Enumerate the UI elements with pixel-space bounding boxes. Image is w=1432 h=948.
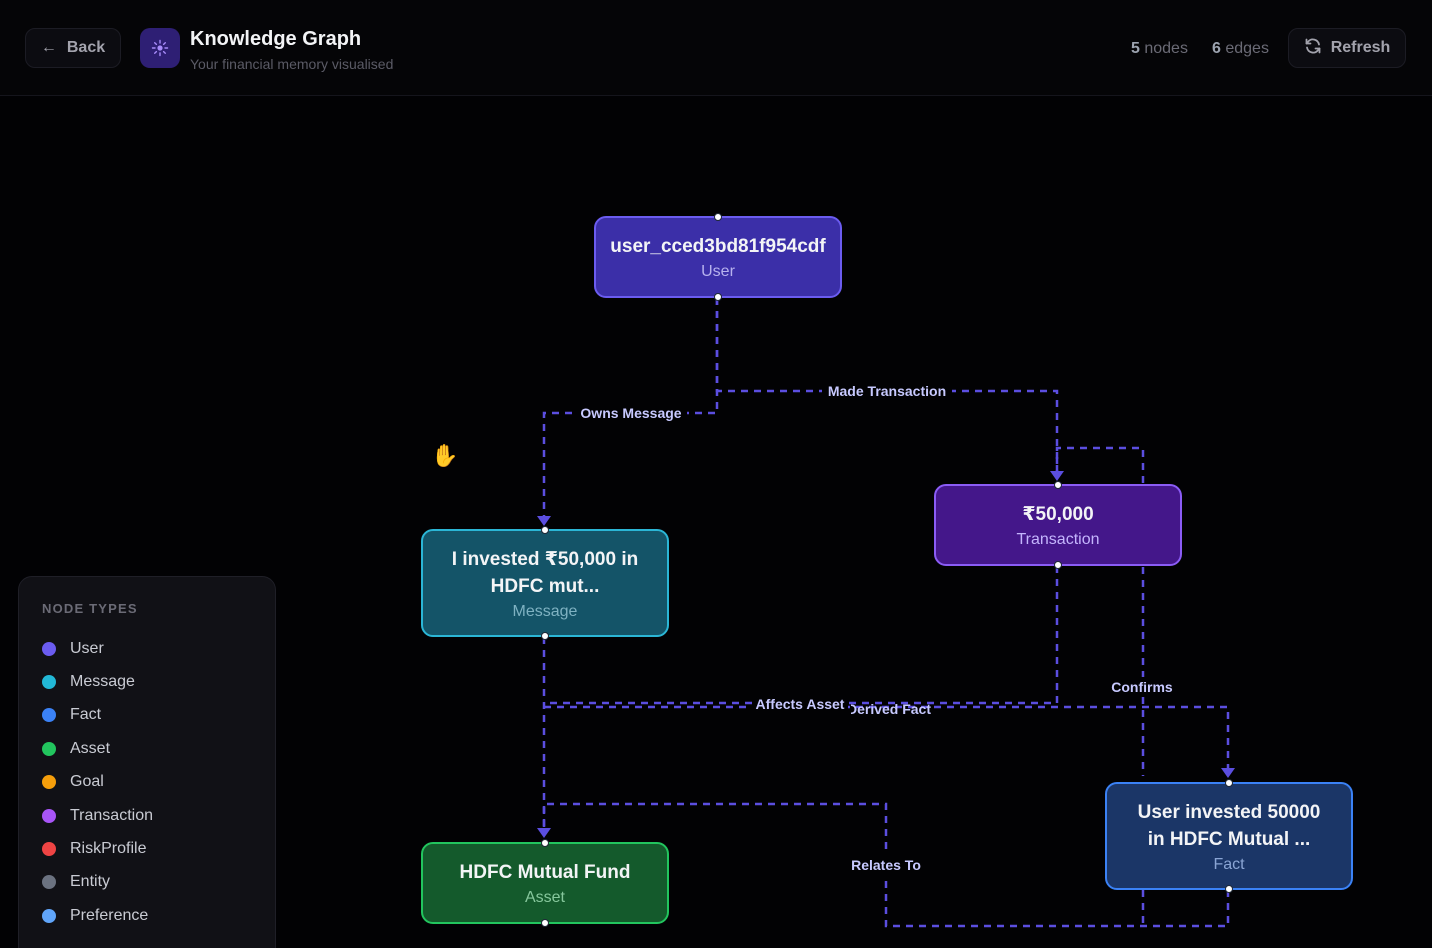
edge-label-derived-fact: Derived Fact (847, 701, 931, 717)
legend-dot (42, 842, 56, 857)
edge-label-made-transaction: Made Transaction (828, 383, 946, 399)
node-label-line2: HDFC mut... (490, 575, 600, 597)
legend-label: Asset (70, 739, 111, 757)
legend-label: Message (70, 673, 135, 691)
legend-label: Fact (70, 706, 102, 724)
legend-label: Entity (70, 873, 111, 891)
knowledge-graph-app: ← Back Knowledge Graph Your financial me… (0, 0, 1432, 948)
legend-item-user: User (42, 632, 275, 665)
node-asset[interactable]: HDFC Mutual Fund Asset (421, 839, 669, 927)
node-handle[interactable] (1225, 779, 1233, 787)
node-label-line1: I invested ₹50,000 in (451, 548, 639, 570)
legend-item-goal: Goal (42, 766, 275, 799)
legend-item-transaction: Transaction (42, 799, 275, 832)
node-handle[interactable] (1225, 885, 1233, 893)
legend-item-preference: Preference (42, 899, 275, 932)
node-handle[interactable] (541, 839, 549, 847)
node-handle[interactable] (1054, 481, 1062, 489)
legend-dot (42, 708, 56, 723)
legend-label: Goal (70, 773, 104, 791)
node-type: Fact (1213, 855, 1245, 873)
legend-item-riskprofile: RiskProfile (42, 832, 275, 865)
legend-label: User (70, 639, 104, 657)
node-label: ₹50,000 (1022, 504, 1094, 525)
legend-dot (42, 775, 56, 790)
legend-label: Transaction (70, 806, 153, 824)
node-handle[interactable] (541, 526, 549, 534)
node-transaction[interactable]: ₹50,000 Transaction (934, 481, 1182, 569)
node-handle[interactable] (1054, 561, 1062, 569)
legend-dot (42, 741, 56, 756)
arrowhead-transaction (1050, 471, 1064, 481)
legend-dot (42, 808, 56, 823)
legend-dot (42, 875, 56, 890)
legend-label: Preference (70, 906, 149, 924)
hand-cursor-icon: ✋ (431, 443, 459, 468)
legend-item-fact: Fact (42, 699, 275, 732)
node-handle[interactable] (541, 919, 549, 927)
arrowhead-message (537, 516, 551, 526)
edge-label-confirms: Confirms (1111, 679, 1173, 695)
node-user[interactable]: user_cced3bd81f954cdf User (594, 213, 842, 301)
legend-dot (42, 675, 56, 690)
node-type: Message (512, 602, 578, 620)
legend-dot (42, 641, 56, 656)
node-type: User (701, 263, 735, 280)
edge-label-affects-asset: Affects Asset (756, 696, 845, 712)
node-message[interactable]: I invested ₹50,000 in HDFC mut... Messag… (421, 526, 669, 640)
legend-item-asset: Asset (42, 732, 275, 765)
node-label: user_cced3bd81f954cdf (610, 236, 826, 257)
node-fact[interactable]: User invested 50000 in HDFC Mutual ... F… (1105, 779, 1353, 893)
node-label: HDFC Mutual Fund (459, 862, 631, 883)
arrowhead-fact (1221, 768, 1235, 778)
legend-dot (42, 908, 56, 923)
node-handle[interactable] (541, 632, 549, 640)
legend-label: RiskProfile (70, 840, 147, 858)
node-handle[interactable] (714, 293, 722, 301)
node-type: Transaction (1016, 531, 1100, 548)
edge-label-owns-message: Owns Message (580, 405, 681, 421)
node-label-line1: User invested 50000 (1137, 801, 1321, 823)
legend-title: NODE TYPES (42, 601, 138, 616)
node-handle[interactable] (714, 213, 722, 221)
edge-derived-fact (544, 705, 1230, 774)
node-types-legend: NODE TYPES User Message Fact Asset Goal … (18, 576, 276, 948)
legend-item-entity: Entity (42, 866, 275, 899)
edge-label-relates-to: Relates To (851, 857, 921, 873)
node-label-line2: in HDFC Mutual ... (1147, 828, 1311, 850)
legend-item-message: Message (42, 665, 275, 698)
arrowhead-asset (537, 828, 551, 838)
node-type: Asset (524, 889, 565, 906)
